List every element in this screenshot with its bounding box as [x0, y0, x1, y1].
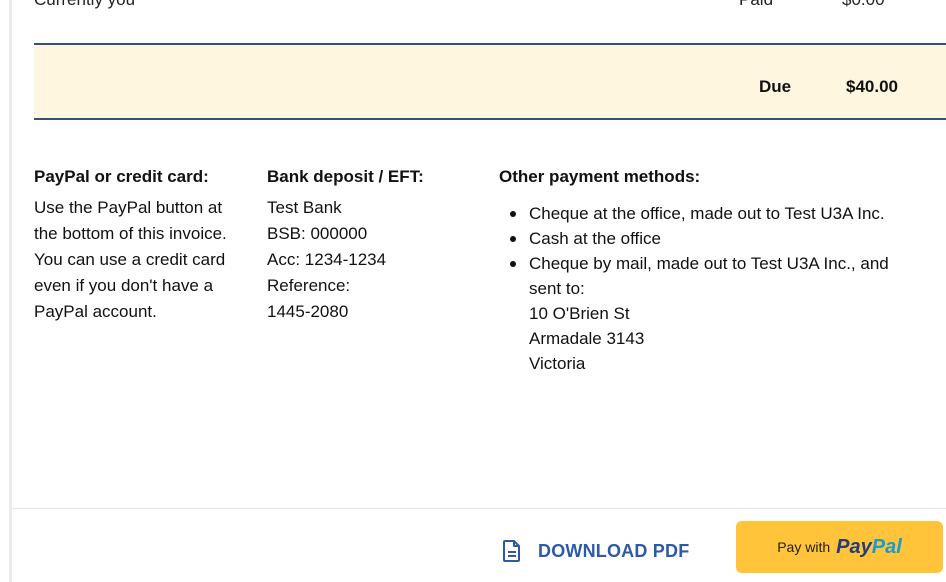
paypal-heading: PayPal or credit card:: [34, 167, 209, 186]
document-icon: [503, 540, 520, 562]
bank-account: Acc: 1234-1234: [267, 250, 387, 269]
paypal-prefix: Pay with: [777, 539, 831, 555]
download-pdf-button[interactable]: DOWNLOAD PDF: [502, 540, 689, 562]
paypal-logo-pay: Pay: [836, 535, 872, 558]
due-row: Due $40.00: [34, 45, 946, 118]
paid-value: $0.00: [842, 0, 885, 10]
left-rail: [0, 0, 12, 582]
bank-method: Bank deposit / EFT: Test Bank BSB: 00000…: [267, 160, 477, 325]
bank-reference-value: 1445-2080: [267, 302, 349, 321]
paypal-button[interactable]: Pay with Pay Pal: [736, 521, 943, 573]
address-state: Victoria: [529, 354, 586, 373]
list-item: Cheque by mail, made out to Test U3A Inc…: [499, 251, 919, 376]
due-value: $40.00: [846, 77, 898, 96]
other-methods-list: Cheque at the office, made out to Test U…: [499, 201, 919, 376]
paid-label: Paid: [739, 0, 773, 10]
bank-name: Test Bank: [267, 198, 342, 217]
invoice-panel: Currently you Paid $0.00 Due $40.00 PayP…: [12, 0, 946, 582]
intro-text: Currently you: [34, 0, 135, 10]
paypal-instructions: Use the PayPal button at the bottom of t…: [34, 198, 227, 321]
other-methods: Other payment methods: Cheque at the off…: [499, 160, 919, 376]
cheque-mail-text: Cheque by mail, made out to Test U3A Inc…: [529, 254, 889, 298]
paypal-method: PayPal or credit card: Use the PayPal bu…: [34, 160, 244, 325]
list-item: Cheque at the office, made out to Test U…: [499, 201, 919, 226]
paypal-logo-pal: Pal: [871, 535, 902, 558]
download-pdf-label: DOWNLOAD PDF: [538, 540, 690, 561]
address-street: 10 O'Brien St: [529, 304, 630, 323]
list-item: Cash at the office: [499, 226, 919, 251]
address-suburb: Armadale 3143: [529, 329, 645, 348]
cheque-office-text: Cheque at the office, made out to Test U…: [529, 204, 885, 223]
other-heading: Other payment methods:: [499, 167, 701, 186]
bank-heading: Bank deposit / EFT:: [267, 167, 424, 186]
due-label: Due: [759, 77, 792, 96]
bank-reference-label: Reference:: [267, 276, 351, 295]
cash-office-text: Cash at the office: [529, 229, 661, 248]
footer-divider: [12, 508, 946, 509]
paid-row: Currently you Paid $0.00: [12, 0, 946, 44]
bank-bsb: BSB: 000000: [267, 224, 368, 243]
divider-bottom: [34, 118, 946, 120]
